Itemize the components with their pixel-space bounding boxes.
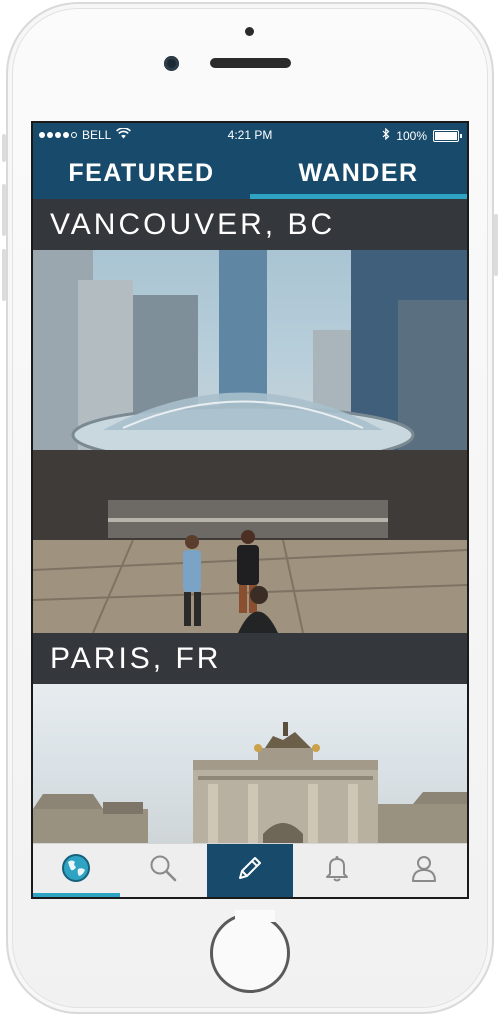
bell-icon — [322, 853, 352, 888]
search-icon — [148, 853, 178, 888]
card-title: PARIS, FR — [33, 633, 467, 684]
battery-icon — [433, 129, 462, 142]
proximity-sensor — [245, 27, 254, 36]
paris-photo[interactable] — [33, 684, 467, 843]
card-title: VANCOUVER, BC — [33, 199, 467, 250]
vancouver-scene-illustration — [33, 250, 467, 633]
nav-compose[interactable] — [206, 844, 294, 897]
top-tabs: FEATURED WANDER — [33, 147, 467, 199]
battery-level — [435, 131, 457, 140]
bottom-nav — [33, 843, 467, 897]
pencil-icon — [235, 853, 265, 888]
home-button[interactable] — [210, 910, 290, 993]
tab-wander[interactable]: WANDER — [250, 147, 467, 199]
user-icon — [409, 853, 439, 888]
bluetooth-icon — [382, 127, 390, 143]
feed-list[interactable]: VANCOUVER, BC PARIS, FR — [33, 199, 467, 843]
tab-featured[interactable]: FEATURED — [33, 147, 250, 199]
app-screen: BELL 4:21 PM 100% FEATURED WANDER VANCOU… — [31, 121, 469, 899]
power-button — [494, 214, 498, 276]
vancouver-photo[interactable] — [33, 250, 467, 633]
nav-search[interactable] — [120, 844, 207, 897]
volume-up-button — [2, 184, 6, 236]
battery-percentage: 100% — [396, 128, 427, 143]
nav-profile[interactable] — [380, 844, 467, 897]
nav-notifications[interactable] — [293, 844, 380, 897]
device-status: 100% — [382, 127, 462, 143]
mute-switch — [2, 134, 6, 162]
feed-card-paris[interactable]: PARIS, FR — [33, 633, 467, 843]
paris-scene-illustration — [33, 722, 467, 843]
front-camera — [164, 56, 179, 71]
earpiece-speaker — [210, 58, 291, 68]
status-bar: BELL 4:21 PM 100% — [33, 123, 467, 147]
feed-card-vancouver[interactable]: VANCOUVER, BC — [33, 199, 467, 633]
volume-down-button — [2, 249, 6, 301]
nav-explore[interactable] — [33, 844, 120, 897]
globe-icon — [61, 853, 91, 888]
